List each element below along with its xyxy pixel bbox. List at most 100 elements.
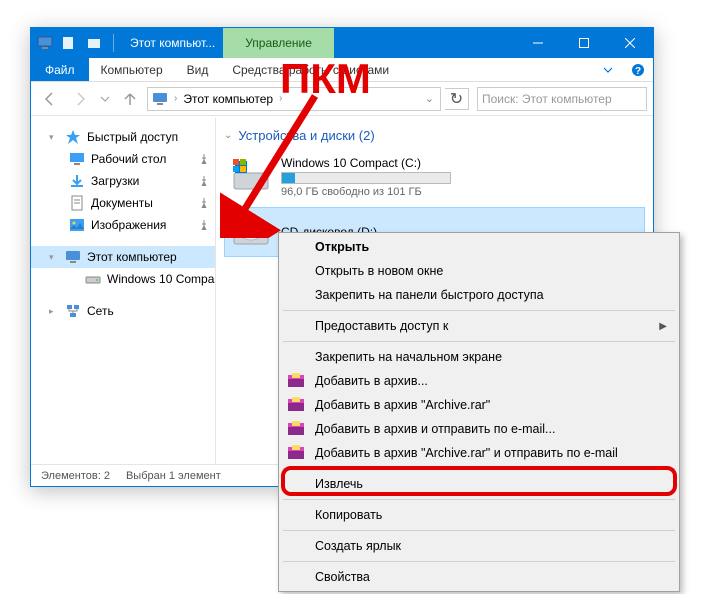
nav-label: Windows 10 Compa bbox=[107, 272, 214, 286]
pin-icon bbox=[199, 198, 209, 208]
titlebar-left: Этот компьют... bbox=[31, 28, 223, 58]
refresh-icon: ↻ bbox=[450, 89, 463, 109]
nav-label: Документы bbox=[91, 196, 153, 210]
ctx-add-archive-named[interactable]: Добавить в архив "Archive.rar" bbox=[281, 393, 677, 417]
submenu-arrow-icon: ▶ bbox=[659, 321, 667, 332]
ctx-grant-access[interactable]: Предоставить доступ к▶ bbox=[281, 314, 677, 338]
nav-quick-access[interactable]: ▾ Быстрый доступ bbox=[31, 126, 215, 148]
winrar-icon bbox=[287, 396, 305, 414]
search-placeholder: Поиск: Этот компьютер bbox=[482, 92, 612, 106]
ctx-archive-named-email[interactable]: Добавить в архив "Archive.rar" и отправи… bbox=[281, 441, 677, 465]
ctx-copy[interactable]: Копировать bbox=[281, 503, 677, 527]
nav-label: Загрузки bbox=[91, 174, 139, 188]
ctx-open-new-window[interactable]: Открыть в новом окне bbox=[281, 259, 677, 283]
winrar-icon bbox=[287, 372, 305, 390]
ctx-pin-quick-access[interactable]: Закрепить на панели быстрого доступа bbox=[281, 283, 677, 307]
titlebar-spacer[interactable] bbox=[334, 28, 515, 58]
refresh-button[interactable]: ↻ bbox=[445, 88, 469, 110]
ctx-eject[interactable]: Извлечь bbox=[281, 472, 677, 496]
nav-documents[interactable]: Документы bbox=[31, 192, 215, 214]
star-icon bbox=[65, 129, 81, 145]
ribbon-expand-button[interactable] bbox=[593, 58, 623, 81]
nav-downloads[interactable]: Загрузки bbox=[31, 170, 215, 192]
pin-icon bbox=[199, 220, 209, 230]
cd-drive-icon bbox=[231, 212, 271, 252]
qat-properties-icon[interactable] bbox=[57, 32, 79, 54]
winrar-icon bbox=[287, 420, 305, 438]
maximize-button[interactable] bbox=[561, 28, 607, 58]
nav-back-button[interactable] bbox=[37, 86, 63, 112]
ribbon-tab-drive-tools[interactable]: Средства работы с дисками bbox=[220, 58, 401, 81]
context-menu: Открыть Открыть в новом окне Закрепить н… bbox=[278, 232, 680, 592]
ctx-open[interactable]: Открыть bbox=[281, 235, 677, 259]
desktop-icon bbox=[69, 151, 85, 167]
winrar-icon bbox=[287, 444, 305, 462]
nav-forward-button[interactable] bbox=[67, 86, 93, 112]
navigation-pane: ▾ Быстрый доступ Рабочий стол Загрузки Д… bbox=[31, 118, 216, 464]
ctx-pin-start[interactable]: Закрепить на начальном экране bbox=[281, 345, 677, 369]
drive-icon bbox=[85, 271, 101, 287]
drive-c-item[interactable]: Windows 10 Compact (C:) 96,0 ГБ свободно… bbox=[224, 151, 645, 203]
drive-c-usage-bar bbox=[281, 172, 451, 184]
ctx-properties[interactable]: Свойства bbox=[281, 565, 677, 589]
drive-c-info: Windows 10 Compact (C:) 96,0 ГБ свободно… bbox=[281, 156, 451, 198]
qat-new-folder-icon[interactable] bbox=[83, 32, 105, 54]
qat-separator bbox=[113, 34, 114, 52]
downloads-icon bbox=[69, 173, 85, 189]
ctx-separator bbox=[283, 530, 675, 531]
documents-icon bbox=[69, 195, 85, 211]
nav-label: Сеть bbox=[87, 304, 114, 318]
expand-icon[interactable]: ▾ bbox=[49, 252, 59, 263]
contextual-tab-manage[interactable]: Управление bbox=[223, 28, 334, 58]
expand-icon[interactable]: ▸ bbox=[49, 306, 59, 317]
group-title: Устройства и диски (2) bbox=[238, 128, 374, 143]
nav-this-pc[interactable]: ▾ Этот компьютер bbox=[31, 246, 215, 268]
pictures-icon bbox=[69, 217, 85, 233]
close-button[interactable] bbox=[607, 28, 653, 58]
ribbon-file-tab[interactable]: Файл bbox=[31, 58, 89, 81]
minimize-button[interactable] bbox=[515, 28, 561, 58]
pin-icon bbox=[199, 176, 209, 186]
ctx-separator bbox=[283, 499, 675, 500]
chevron-down-icon: ⌄ bbox=[224, 130, 232, 141]
address-bar[interactable]: › Этот компьютер › ⌄ bbox=[147, 87, 441, 111]
nav-network[interactable]: ▸ Сеть bbox=[31, 300, 215, 322]
ribbon-tabs: Файл Компьютер Вид Средства работы с дис… bbox=[31, 58, 653, 82]
nav-desktop[interactable]: Рабочий стол bbox=[31, 148, 215, 170]
pin-icon bbox=[199, 154, 209, 164]
nav-drive-c[interactable]: ▸ Windows 10 Compa bbox=[31, 268, 215, 290]
nav-label: Рабочий стол bbox=[91, 152, 166, 166]
address-row: › Этот компьютер › ⌄ ↻ Поиск: Этот компь… bbox=[31, 82, 653, 116]
svg-text:?: ? bbox=[635, 66, 641, 77]
ctx-separator bbox=[283, 468, 675, 469]
nav-up-button[interactable] bbox=[117, 86, 143, 112]
window-title: Этот компьют... bbox=[122, 36, 223, 50]
ctx-separator bbox=[283, 310, 675, 311]
breadcrumb-chevron[interactable]: › bbox=[172, 93, 179, 104]
titlebar: Этот компьют... Управление bbox=[31, 28, 653, 58]
ctx-add-archive[interactable]: Добавить в архив... bbox=[281, 369, 677, 393]
ctx-create-shortcut[interactable]: Создать ярлык bbox=[281, 534, 677, 558]
status-item-count: Элементов: 2 bbox=[41, 470, 110, 482]
breadcrumb-location[interactable]: Этот компьютер bbox=[183, 92, 273, 106]
ribbon-spacer bbox=[401, 58, 593, 81]
nav-pictures[interactable]: Изображения bbox=[31, 214, 215, 236]
expand-icon[interactable]: ▾ bbox=[49, 132, 59, 143]
this-pc-icon bbox=[152, 91, 168, 107]
ribbon-tab-view[interactable]: Вид bbox=[175, 58, 221, 81]
drive-c-free-text: 96,0 ГБ свободно из 101 ГБ bbox=[281, 186, 451, 198]
address-dropdown-icon[interactable]: ⌄ bbox=[423, 92, 436, 105]
drive-c-name: Windows 10 Compact (C:) bbox=[281, 156, 451, 170]
this-pc-icon bbox=[37, 35, 53, 51]
status-selected-count: Выбран 1 элемент bbox=[126, 470, 221, 482]
ribbon-help-button[interactable]: ? bbox=[623, 58, 653, 81]
ribbon-tab-computer[interactable]: Компьютер bbox=[89, 58, 175, 81]
group-header-devices[interactable]: ⌄ Устройства и диски (2) bbox=[224, 128, 645, 143]
this-pc-icon bbox=[65, 249, 81, 265]
ctx-separator bbox=[283, 341, 675, 342]
nav-recent-button[interactable] bbox=[97, 86, 113, 112]
ctx-archive-email[interactable]: Добавить в архив и отправить по e-mail..… bbox=[281, 417, 677, 441]
breadcrumb-chevron[interactable]: › bbox=[277, 93, 284, 104]
network-icon bbox=[65, 303, 81, 319]
search-input[interactable]: Поиск: Этот компьютер bbox=[477, 87, 647, 111]
